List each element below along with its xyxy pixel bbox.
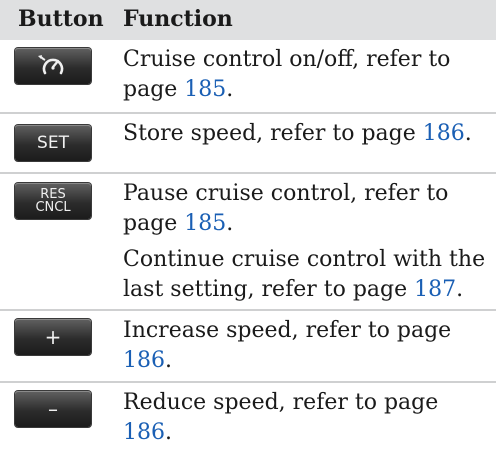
table-row: RES CNCL Pause cruise control, refer to … <box>0 174 496 311</box>
table-row: + Increase speed, refer to page 186. <box>0 311 496 383</box>
button-label: RES CNCL <box>35 187 71 215</box>
page-link[interactable]: 186 <box>423 121 465 146</box>
res-cncl-button: RES CNCL <box>15 183 91 219</box>
page-link[interactable]: 186 <box>123 348 165 373</box>
set-button: SET <box>15 125 91 161</box>
cruise-control-icon <box>38 55 64 75</box>
page-link[interactable]: 185 <box>184 77 226 102</box>
page-link[interactable]: 185 <box>184 211 226 236</box>
page-link[interactable]: 186 <box>123 420 165 445</box>
button-label: SET <box>37 133 69 153</box>
function-text: Increase speed, refer to page 186. <box>123 318 452 373</box>
table-row: Cruise control on/off, refer to page 185… <box>0 40 496 114</box>
table-header: Button Function <box>0 0 496 40</box>
table-row: SET Store speed, refer to page 186. <box>0 114 496 174</box>
function-table: Button Function Cruise control on/off, r… <box>0 0 496 445</box>
plus-icon: + <box>44 325 62 349</box>
page-link[interactable]: 187 <box>414 277 456 302</box>
header-button: Button <box>18 6 104 32</box>
increase-speed-button: + <box>15 319 91 355</box>
minus-icon: – <box>48 397 58 421</box>
function-text: Cruise control on/off, refer to page 185… <box>123 47 451 102</box>
header-function: Function <box>123 6 233 32</box>
reduce-speed-button: – <box>15 391 91 427</box>
table-row: – Reduce speed, refer to page 186. <box>0 383 496 445</box>
function-text: Store speed, refer to page 186. <box>123 121 472 146</box>
function-text: Reduce speed, refer to page 186. <box>123 390 439 445</box>
cruise-control-button <box>15 48 91 84</box>
function-text: Pause cruise control, refer to page 185.… <box>123 181 486 302</box>
